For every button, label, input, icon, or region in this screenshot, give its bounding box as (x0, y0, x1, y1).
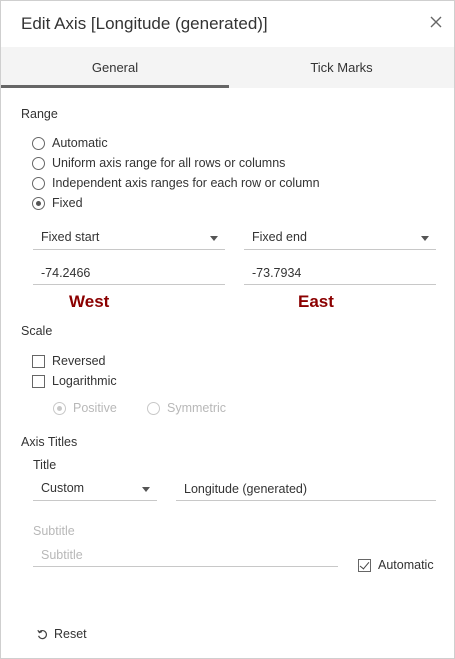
range-heading: Range (21, 107, 58, 121)
checkbox-box[interactable] (358, 558, 371, 572)
select-value: Custom (41, 481, 85, 495)
symmetric-radio[interactable]: Symmetric (147, 400, 226, 416)
radio-label: Automatic (52, 136, 108, 150)
tab-tick-marks[interactable]: Tick Marks (229, 47, 454, 88)
range-independent-radio[interactable]: Independent axis ranges for each row or … (32, 175, 320, 191)
scale-heading: Scale (21, 324, 53, 338)
subtitle-input[interactable] (33, 543, 338, 567)
checkbox-label: Reversed (52, 354, 106, 368)
select-value: Fixed end (252, 230, 307, 244)
east-annotation: East (298, 292, 334, 311)
chevron-down-icon (421, 236, 429, 241)
radio-label: Symmetric (167, 401, 227, 415)
radio-circle[interactable] (32, 176, 45, 190)
tab-general[interactable]: General (1, 47, 229, 88)
range-uniform-radio[interactable]: Uniform axis range for all rows or colum… (32, 155, 285, 171)
chevron-down-icon (210, 236, 218, 241)
positive-radio[interactable]: Positive (53, 400, 117, 416)
chevron-down-icon (142, 487, 150, 492)
checkbox-box[interactable] (32, 374, 45, 388)
title-mode-select[interactable]: Custom (33, 477, 157, 501)
subtitle-label: Subtitle (33, 524, 75, 538)
radio-label: Uniform axis range for all rows or colum… (52, 156, 286, 170)
radio-circle[interactable] (53, 401, 66, 415)
subtitle-automatic-checkbox[interactable]: Automatic (358, 557, 434, 573)
radio-label: Independent axis ranges for each row or … (52, 176, 320, 190)
radio-circle[interactable] (32, 156, 45, 170)
west-annotation: West (69, 292, 110, 311)
reset-button[interactable]: Reset (37, 627, 87, 641)
checkbox-label: Automatic (378, 558, 434, 572)
radio-circle[interactable] (147, 401, 160, 415)
tab-bar: General Tick Marks (1, 47, 454, 88)
title-label: Title (33, 458, 57, 472)
close-icon[interactable] (427, 13, 445, 31)
axis-titles-heading: Axis Titles (21, 435, 78, 449)
range-automatic-radio[interactable]: Automatic (32, 135, 108, 151)
reset-icon (37, 629, 47, 639)
radio-label: Fixed (52, 196, 83, 210)
range-fixed-radio[interactable]: Fixed (32, 195, 83, 211)
edit-axis-dialog: Edit Axis [Longitude (generated)] Genera… (0, 0, 455, 659)
radio-circle[interactable] (32, 196, 45, 210)
reset-label: Reset (54, 627, 87, 641)
fixed-end-input[interactable] (244, 261, 436, 285)
fixed-start-input[interactable] (33, 261, 225, 285)
logarithmic-checkbox[interactable]: Logarithmic (32, 373, 117, 389)
radio-circle[interactable] (32, 136, 45, 150)
radio-label: Positive (73, 401, 117, 415)
select-value: Fixed start (41, 230, 100, 244)
checkbox-box[interactable] (32, 354, 45, 368)
title-input[interactable] (176, 477, 436, 501)
fixed-start-select[interactable]: Fixed start (33, 226, 225, 250)
fixed-end-select[interactable]: Fixed end (244, 226, 436, 250)
dialog-title: Edit Axis [Longitude (generated)] (21, 14, 268, 33)
checkbox-label: Logarithmic (52, 374, 117, 388)
reversed-checkbox[interactable]: Reversed (32, 353, 106, 369)
